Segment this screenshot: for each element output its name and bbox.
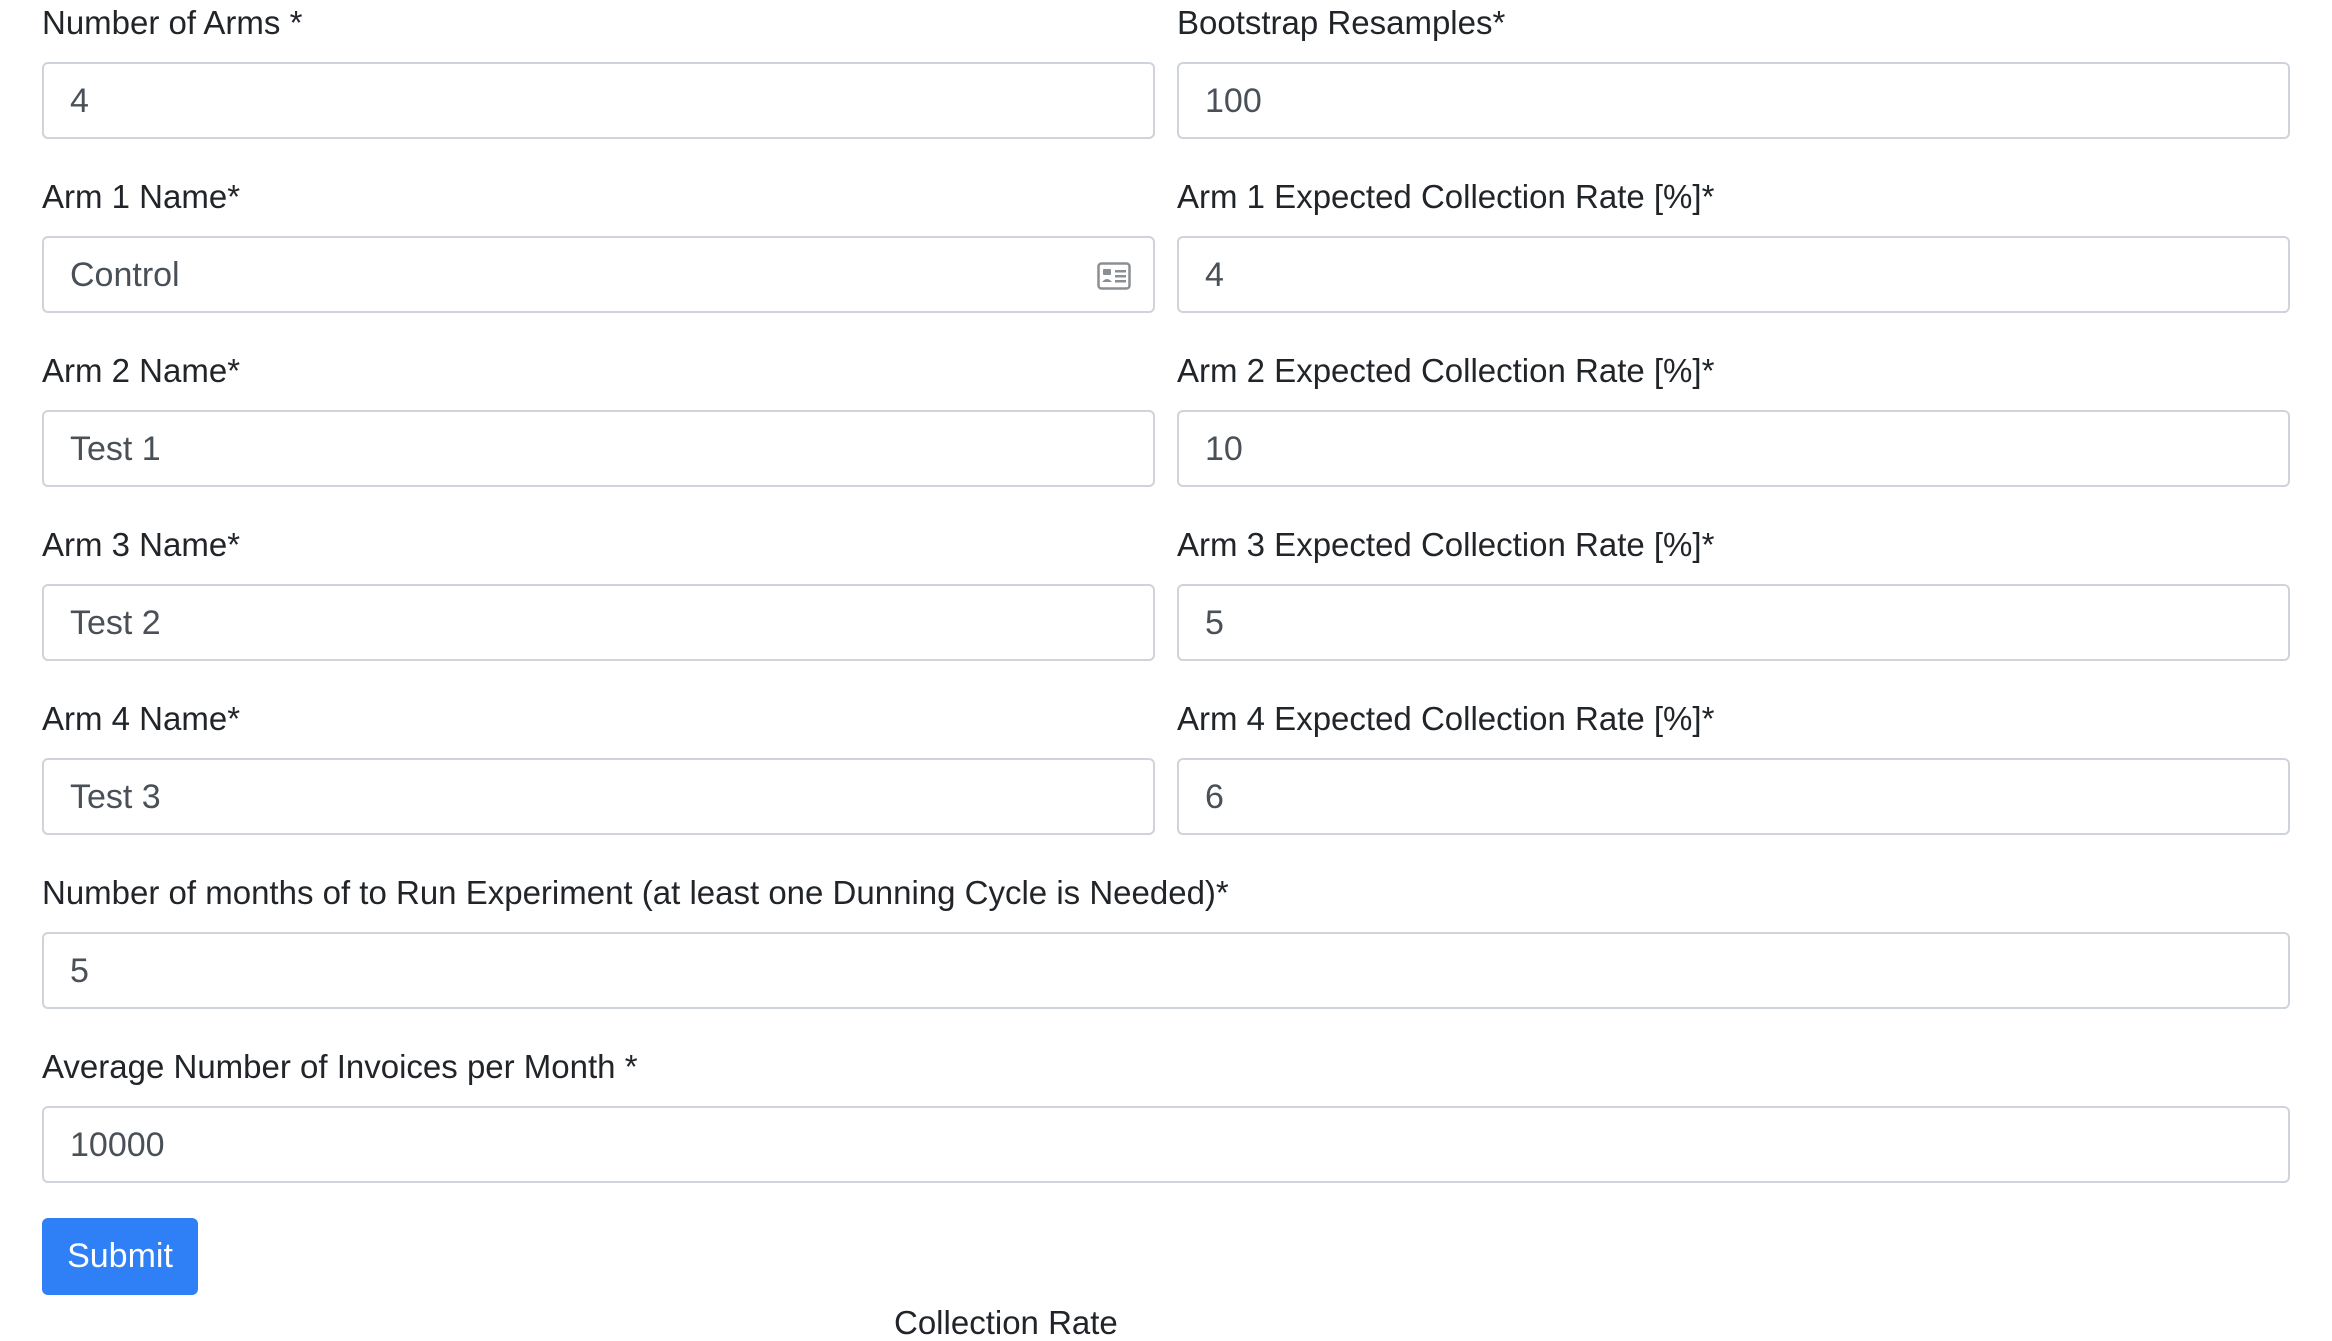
arm-2-rate-label: Arm 2 Expected Collection Rate [%]* <box>1177 352 1715 389</box>
invoices-input[interactable]: 10000 <box>42 1106 2290 1183</box>
form-row: Arm 2 Name* Test 1 Arm 2 Expected Collec… <box>42 348 2290 522</box>
submit-button[interactable]: Submit <box>42 1218 198 1295</box>
invoices-group: Average Number of Invoices per Month * 1… <box>42 1044 2290 1218</box>
num-arms-group: Number of Arms * 4 <box>42 0 1155 174</box>
months-label: Number of months of to Run Experiment (a… <box>42 874 1229 911</box>
arm-1-rate-group: Arm 1 Expected Collection Rate [%]* 4 <box>1177 174 2290 348</box>
arm-3-name-group: Arm 3 Name* Test 2 <box>42 522 1155 696</box>
form-row: Arm 3 Name* Test 2 Arm 3 Expected Collec… <box>42 522 2290 696</box>
chart-title: Collection Rate <box>894 1304 1118 1341</box>
arm-4-rate-input[interactable]: 6 <box>1177 758 2290 835</box>
arm-4-name-input[interactable]: Test 3 <box>42 758 1155 835</box>
form-row: Number of Arms * 4 Bootstrap Resamples* … <box>42 0 2290 174</box>
arm-2-name-label: Arm 2 Name* <box>42 352 241 389</box>
bootstrap-value: 100 <box>1205 81 1262 120</box>
arm-3-rate-label: Arm 3 Expected Collection Rate [%]* <box>1177 526 1715 563</box>
arm-3-name-label: Arm 3 Name* <box>42 526 241 563</box>
arm-4-rate-value: 6 <box>1205 777 1224 816</box>
form-row: Number of months of to Run Experiment (a… <box>42 870 2290 1044</box>
bootstrap-group: Bootstrap Resamples* 100 <box>1177 0 2290 174</box>
arm-2-rate-value: 10 <box>1205 429 1243 468</box>
arm-2-name-input[interactable]: Test 1 <box>42 410 1155 487</box>
arm-2-rate-group: Arm 2 Expected Collection Rate [%]* 10 <box>1177 348 2290 522</box>
arm-2-name-value: Test 1 <box>70 429 161 468</box>
arm-4-name-value: Test 3 <box>70 777 161 816</box>
bootstrap-label: Bootstrap Resamples* <box>1177 4 1506 41</box>
arm-4-name-label: Arm 4 Name* <box>42 700 241 737</box>
arm-4-rate-label: Arm 4 Expected Collection Rate [%]* <box>1177 700 1715 737</box>
num-arms-value: 4 <box>70 81 89 120</box>
form-row: Arm 4 Name* Test 3 Arm 4 Expected Collec… <box>42 696 2290 870</box>
arm-3-name-input[interactable]: Test 2 <box>42 584 1155 661</box>
arm-1-name-group: Arm 1 Name* Control <box>42 174 1155 348</box>
num-arms-input[interactable]: 4 <box>42 62 1155 139</box>
invoices-value: 10000 <box>70 1125 165 1164</box>
arm-2-rate-input[interactable]: 10 <box>1177 410 2290 487</box>
months-input[interactable]: 5 <box>42 932 2290 1009</box>
contact-card-icon[interactable] <box>1097 262 1131 290</box>
arm-4-rate-group: Arm 4 Expected Collection Rate [%]* 6 <box>1177 696 2290 870</box>
arm-3-rate-group: Arm 3 Expected Collection Rate [%]* 5 <box>1177 522 2290 696</box>
arm-2-name-group: Arm 2 Name* Test 1 <box>42 348 1155 522</box>
months-group: Number of months of to Run Experiment (a… <box>42 870 2290 1044</box>
arm-1-name-label: Arm 1 Name* <box>42 178 241 215</box>
num-arms-label: Number of Arms * <box>42 4 303 41</box>
arm-3-rate-input[interactable]: 5 <box>1177 584 2290 661</box>
arm-1-name-input[interactable]: Control <box>42 236 1155 313</box>
form-row: Arm 1 Name* Control Arm 1 Expected Colle… <box>42 174 2290 348</box>
bootstrap-input[interactable]: 100 <box>1177 62 2290 139</box>
experiment-form: Number of Arms * 4 Bootstrap Resamples* … <box>42 0 2290 1218</box>
arm-1-rate-value: 4 <box>1205 255 1224 294</box>
arm-4-name-group: Arm 4 Name* Test 3 <box>42 696 1155 870</box>
arm-3-name-value: Test 2 <box>70 603 161 642</box>
months-value: 5 <box>70 951 89 990</box>
arm-3-rate-value: 5 <box>1205 603 1224 642</box>
arm-1-rate-input[interactable]: 4 <box>1177 236 2290 313</box>
arm-1-rate-label: Arm 1 Expected Collection Rate [%]* <box>1177 178 1715 215</box>
arm-1-name-value: Control <box>70 255 180 294</box>
invoices-label: Average Number of Invoices per Month * <box>42 1048 638 1085</box>
form-row: Average Number of Invoices per Month * 1… <box>42 1044 2290 1218</box>
